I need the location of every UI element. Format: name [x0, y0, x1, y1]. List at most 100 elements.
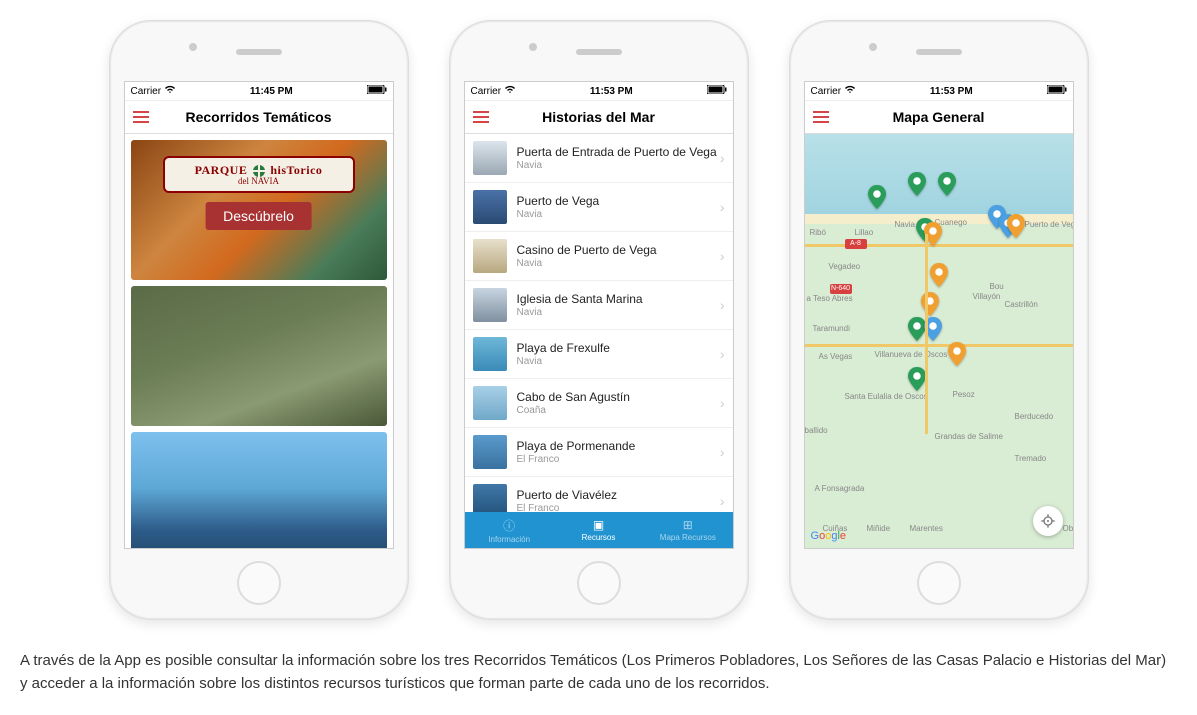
map-pin[interactable]: [907, 367, 927, 391]
phone-camera: [529, 43, 537, 51]
map-icon: ⊞: [683, 518, 693, 532]
tab-bar: ⓘ Información ▣ Recursos ⊞ Mapa Recursos: [465, 512, 733, 548]
list-item[interactable]: Playa de Pormenande El Franco ›: [465, 428, 733, 477]
locate-button[interactable]: [1033, 506, 1063, 536]
phone-camera: [869, 43, 877, 51]
home-button[interactable]: [917, 561, 961, 605]
map-label: Villanueva de Oscos: [875, 350, 948, 359]
map-pin[interactable]: [920, 292, 940, 316]
map-pin[interactable]: [937, 172, 957, 196]
map-label: Ribó: [810, 228, 826, 237]
map-pin[interactable]: [947, 342, 967, 366]
list-item[interactable]: Puerta de Entrada de Puerto de Vega Navi…: [465, 134, 733, 183]
map-label: A Fonsagrada: [815, 484, 865, 493]
screen-3: Carrier 11:53 PM Mapa General A-8 N-: [804, 81, 1074, 549]
map-pin[interactable]: [1006, 214, 1026, 238]
map-label: Marentes: [910, 524, 943, 533]
tab-info[interactable]: ⓘ Información: [465, 512, 554, 548]
map-label: Villayón: [973, 292, 1001, 301]
phone-3: Carrier 11:53 PM Mapa General A-8 N-: [789, 20, 1089, 620]
map-pin[interactable]: [923, 222, 943, 246]
road-label-a8: A-8: [845, 239, 867, 249]
map-label: Santa Eulalia de Oscos: [845, 392, 928, 401]
nav-title: Recorridos Temáticos: [185, 109, 331, 125]
row-text: Puerto de Viavélez El Franco: [517, 488, 720, 512]
map-pin[interactable]: [923, 317, 943, 341]
map-label: Pesoz: [953, 390, 975, 399]
status-bar: Carrier 11:53 PM: [465, 82, 733, 101]
map-pin[interactable]: [929, 263, 949, 287]
caption-text: A través de la App es posible consultar …: [20, 650, 1177, 695]
hero-image-2[interactable]: [131, 286, 387, 426]
nav-bar: Historias del Mar: [465, 101, 733, 134]
map-label: a Teso Abres: [807, 294, 853, 303]
status-bar: Carrier 11:53 PM: [805, 82, 1073, 101]
map[interactable]: A-8 N-640 Ribó Lillao Navia Cuanego Puer…: [805, 134, 1073, 548]
map-label: As Vegas: [819, 352, 853, 361]
item-title: Iglesia de Santa Marina: [517, 292, 720, 306]
item-subtitle: El Franco: [517, 503, 720, 512]
menu-icon[interactable]: [473, 111, 489, 123]
road: [805, 344, 1073, 347]
menu-icon[interactable]: [813, 111, 829, 123]
battery-icon: [367, 85, 387, 97]
status-time: 11:45 PM: [250, 86, 293, 97]
phone-speaker: [916, 49, 962, 55]
content-area[interactable]: PARQUE hisTorico del NAVIA Descúbrelo: [125, 134, 393, 548]
item-title: Puerto de Vega: [517, 194, 720, 208]
phones-row: Carrier 11:45 PM Recorridos Temáticos: [20, 20, 1177, 620]
google-logo: Google: [811, 530, 847, 542]
hero-discover[interactable]: PARQUE hisTorico del NAVIA Descúbrelo: [131, 140, 387, 280]
phone-2: Carrier 11:53 PM Historias del Mar Puert…: [449, 20, 749, 620]
discover-button[interactable]: Descúbrelo: [205, 202, 312, 230]
map-label: Puerto de Vega: [1025, 220, 1073, 229]
map-label: ballido: [805, 426, 828, 435]
map-label: Bou: [990, 282, 1004, 291]
list-item[interactable]: Casino de Puerto de Vega Navia ›: [465, 232, 733, 281]
park-logo: PARQUE hisTorico del NAVIA: [163, 156, 355, 193]
thumbnail: [473, 239, 507, 273]
tab-resources[interactable]: ▣ Recursos: [554, 512, 643, 548]
item-subtitle: Navia: [517, 356, 720, 367]
tab-label: Recursos: [582, 533, 616, 542]
map-label: Grandas de Salime: [935, 432, 1003, 441]
chevron-right-icon: ›: [720, 493, 725, 509]
map-pin[interactable]: [907, 317, 927, 341]
phone-1: Carrier 11:45 PM Recorridos Temáticos: [109, 20, 409, 620]
info-icon: ⓘ: [503, 517, 515, 534]
chevron-right-icon: ›: [720, 248, 725, 264]
menu-icon[interactable]: [133, 111, 149, 123]
row-text: Casino de Puerto de Vega Navia: [517, 243, 720, 268]
map-label: Tremado: [1015, 454, 1047, 463]
map-pin[interactable]: [907, 172, 927, 196]
list-item[interactable]: Puerto de Viavélez El Franco ›: [465, 477, 733, 512]
item-title: Puerta de Entrada de Puerto de Vega: [517, 145, 720, 159]
map-pin[interactable]: [867, 185, 887, 209]
battery-icon: [707, 85, 727, 97]
home-button[interactable]: [237, 561, 281, 605]
tab-label: Mapa Recursos: [660, 533, 716, 542]
resources-icon: ▣: [593, 518, 604, 532]
thumbnail: [473, 288, 507, 322]
item-subtitle: Navia: [517, 160, 720, 171]
list-item[interactable]: Playa de Frexulfe Navia ›: [465, 330, 733, 379]
tab-map[interactable]: ⊞ Mapa Recursos: [643, 512, 732, 548]
logo-text-1: PARQUE: [195, 163, 248, 177]
tab-label: Información: [488, 535, 530, 544]
chevron-right-icon: ›: [720, 346, 725, 362]
map-label: Berducedo: [1015, 412, 1054, 421]
wifi-icon: [164, 85, 176, 97]
thumbnail: [473, 435, 507, 469]
status-bar: Carrier 11:45 PM: [125, 82, 393, 101]
hero-image-3[interactable]: [131, 432, 387, 548]
carrier-label: Carrier: [471, 86, 502, 97]
list-item[interactable]: Cabo de San Agustín Coaña ›: [465, 379, 733, 428]
content-area: A-8 N-640 Ribó Lillao Navia Cuanego Puer…: [805, 134, 1073, 548]
list-item[interactable]: Iglesia de Santa Marina Navia ›: [465, 281, 733, 330]
phone-speaker: [236, 49, 282, 55]
home-button[interactable]: [577, 561, 621, 605]
nav-title: Historias del Mar: [542, 109, 655, 125]
resource-list[interactable]: Puerta de Entrada de Puerto de Vega Navi…: [465, 134, 733, 512]
list-item[interactable]: Puerto de Vega Navia ›: [465, 183, 733, 232]
battery-icon: [1047, 85, 1067, 97]
